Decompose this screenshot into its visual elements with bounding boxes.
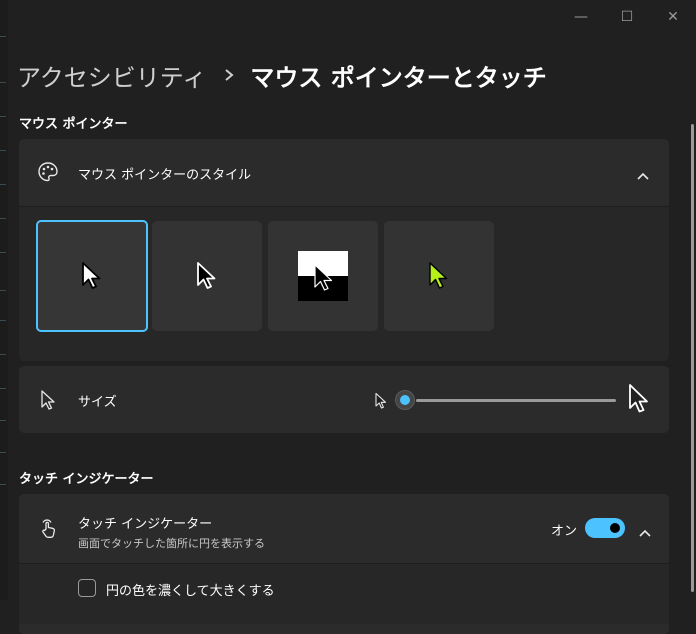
pointer-size-slider-track[interactable] bbox=[416, 399, 616, 402]
pointer-style-card: マウス ポインターのスタイル bbox=[19, 139, 669, 361]
maximize-icon: ☐ bbox=[620, 9, 634, 25]
touch-indicator-text: タッチ インジケーター 画面でタッチした箇所に円を表示する bbox=[78, 513, 265, 551]
toggle-state-label: オン bbox=[551, 524, 578, 539]
pointer-style-option-custom[interactable] bbox=[384, 221, 494, 331]
minimize-icon: — bbox=[574, 9, 588, 25]
pointer-style-label: マウス ポインターのスタイル bbox=[78, 168, 252, 183]
breadcrumb: アクセシビリティ マウス ポインターとタッチ bbox=[17, 55, 547, 95]
darker-larger-circle-label[interactable]: 円の色を濃くして大きくする bbox=[106, 580, 275, 599]
close-icon: ✕ bbox=[667, 9, 679, 25]
window-controls: — ☐ ✕ bbox=[558, 4, 696, 30]
page-title: マウス ポインターとタッチ bbox=[250, 63, 547, 92]
touch-indicator-card: タッチ インジケーター 画面でタッチした箇所に円を表示する オン 円の色を濃くし… bbox=[19, 494, 669, 634]
minimize-button[interactable]: — bbox=[558, 4, 604, 30]
pointer-style-options bbox=[19, 206, 669, 361]
maximize-button[interactable]: ☐ bbox=[604, 4, 650, 30]
section-title-mouse-pointer: マウス ポインター bbox=[19, 117, 128, 132]
cursor-icon bbox=[197, 262, 216, 289]
touch-icon bbox=[37, 517, 59, 539]
pointer-style-header[interactable]: マウス ポインターのスタイル bbox=[19, 139, 669, 206]
scrollbar[interactable] bbox=[691, 124, 694, 592]
large-cursor-icon bbox=[627, 383, 651, 419]
pointer-style-option-white[interactable] bbox=[36, 220, 148, 332]
chevron-up-icon[interactable] bbox=[636, 166, 650, 185]
touch-indicator-toggle[interactable] bbox=[585, 518, 625, 538]
chevron-right-icon bbox=[224, 68, 234, 82]
palette-icon bbox=[37, 161, 59, 183]
section-title-touch-indicator: タッチ インジケーター bbox=[19, 472, 154, 487]
cursor-icon bbox=[314, 264, 333, 291]
breadcrumb-parent-link[interactable]: アクセシビリティ bbox=[17, 58, 206, 93]
close-button[interactable]: ✕ bbox=[650, 4, 696, 30]
pointer-size-card: サイズ bbox=[19, 366, 669, 433]
touch-indicator-option-row: 円の色を濃くして大きくする bbox=[19, 563, 669, 624]
small-cursor-icon bbox=[374, 392, 388, 414]
pointer-size-label: サイズ bbox=[78, 395, 117, 410]
chevron-up-icon[interactable] bbox=[638, 523, 652, 542]
darker-larger-circle-checkbox[interactable] bbox=[78, 579, 96, 597]
cursor-icon bbox=[429, 262, 448, 289]
pointer-style-option-inverted[interactable] bbox=[268, 221, 378, 331]
background-window-edge bbox=[0, 0, 8, 600]
cursor-icon bbox=[37, 389, 59, 411]
pointer-style-option-black[interactable] bbox=[152, 221, 262, 331]
touch-indicator-description: 画面でタッチした箇所に円を表示する bbox=[78, 537, 265, 550]
cursor-icon bbox=[82, 262, 101, 289]
touch-indicator-label: タッチ インジケーター bbox=[78, 517, 213, 532]
pointer-size-slider-thumb[interactable] bbox=[395, 390, 415, 410]
